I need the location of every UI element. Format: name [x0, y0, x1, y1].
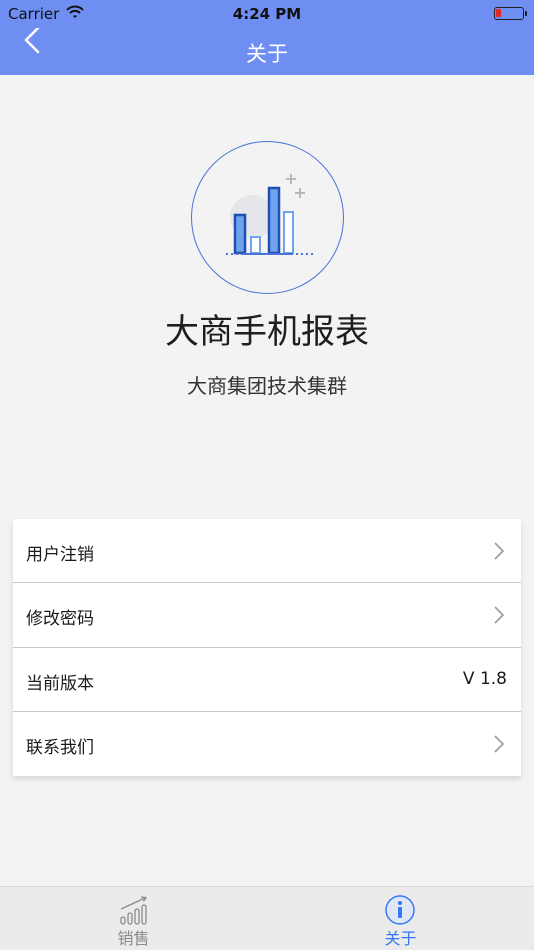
tab-label: 销售	[117, 929, 150, 948]
nav-bar: 关于	[0, 26, 534, 75]
version-value: V 1.8	[462, 669, 507, 689]
menu-item-logout[interactable]: 用户注销	[13, 519, 521, 583]
app-name: 大商手机报表	[165, 312, 369, 352]
status-bar: Carrier 4:24 PM	[0, 0, 534, 28]
chevron-right-icon	[494, 606, 505, 624]
page-title: 关于	[246, 42, 288, 66]
bar-chart-logo-icon	[226, 174, 314, 255]
settings-menu: 用户注销 修改密码 当前版本 V 1.8 联系我们	[13, 519, 521, 776]
menu-item-label: 当前版本	[26, 674, 94, 694]
tab-about[interactable]: 关于	[267, 887, 534, 950]
menu-item-label: 修改密码	[26, 609, 94, 629]
clock: 4:24 PM	[232, 5, 302, 23]
tab-label: 关于	[384, 929, 417, 948]
app-logo	[191, 141, 344, 294]
sales-chart-icon	[120, 896, 148, 925]
tab-sales[interactable]: 销售	[0, 887, 267, 950]
tab-bar: 销售 关于	[0, 886, 534, 950]
menu-item-change-password[interactable]: 修改密码	[13, 583, 521, 647]
battery-icon	[494, 7, 527, 20]
menu-item-label: 用户注销	[26, 545, 94, 565]
chevron-right-icon	[494, 542, 505, 560]
info-icon	[385, 895, 415, 925]
menu-item-version: 当前版本 V 1.8	[13, 648, 521, 712]
chevron-right-icon	[494, 735, 505, 753]
app-subtitle: 大商集团技术集群	[187, 374, 347, 398]
menu-item-contact-us[interactable]: 联系我们	[13, 712, 521, 776]
menu-item-label: 联系我们	[26, 738, 94, 758]
